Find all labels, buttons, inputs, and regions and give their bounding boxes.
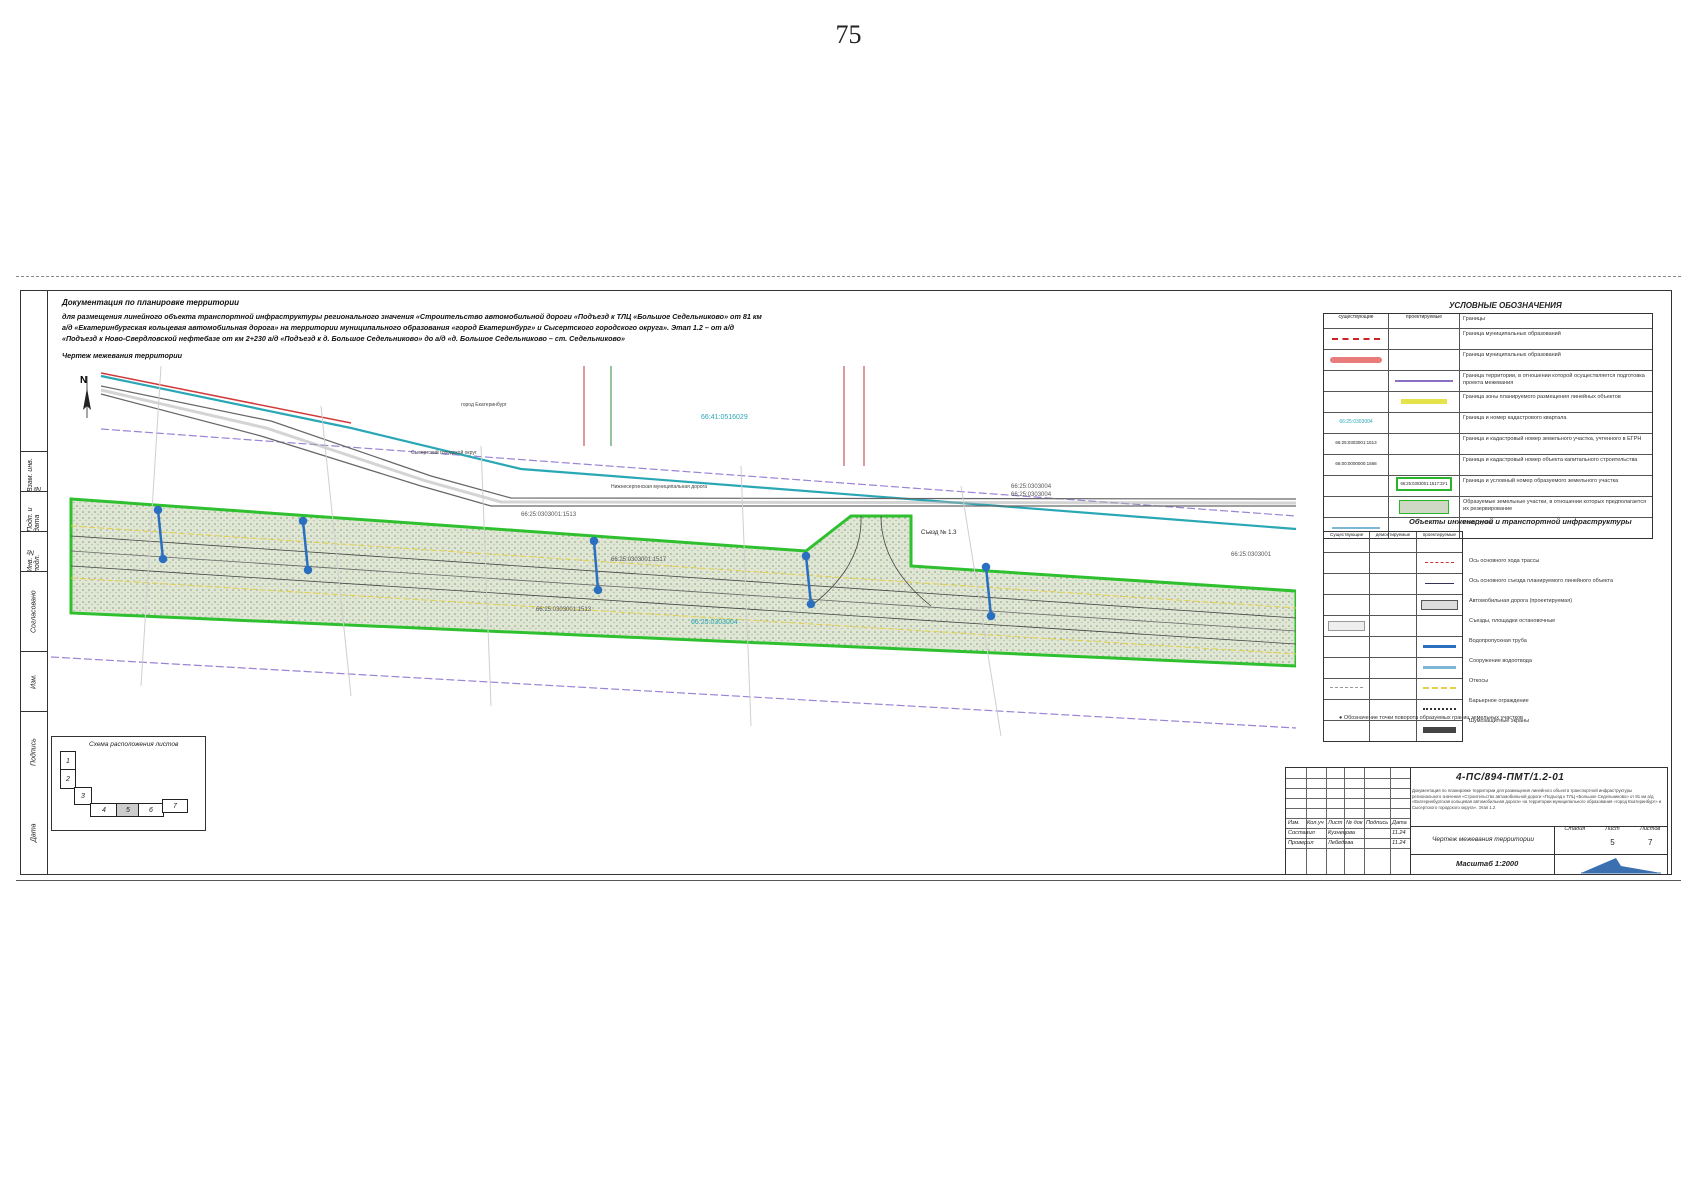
infra-item-label: Сооружение водоотвода bbox=[1469, 658, 1532, 664]
left-stamp-cell: Дата bbox=[30, 823, 38, 843]
stamp-column: № док bbox=[1346, 820, 1363, 826]
legend-item-label: Граница муниципальных образований bbox=[1463, 331, 1561, 337]
document-description: для размещения линейного объекта транспо… bbox=[62, 312, 762, 343]
legend-code: 66:25:0303001:1517:ЗУ1 bbox=[1396, 477, 1452, 491]
legend-header: существующие bbox=[1324, 314, 1389, 328]
cadastral-label: 66:25:0303001:1517 bbox=[611, 557, 667, 563]
infra-header: Существующие bbox=[1324, 532, 1371, 552]
infra-item-label: Съезды, площадки остановочные bbox=[1469, 618, 1556, 624]
cadastral-label: 66:25:0303001:1513 bbox=[536, 607, 592, 613]
stamp-role: Проверил bbox=[1288, 840, 1314, 846]
document-title: Документация по планировке территории bbox=[62, 298, 240, 307]
survey-drawing: N 66:41:0516029 66:25:0303001:1513 66:25… bbox=[51, 366, 1296, 737]
north-label: N bbox=[80, 375, 87, 386]
infra-item-label: Ось основного съезда планируемого линейн… bbox=[1469, 578, 1614, 584]
cadastral-label: 66:25:0303001 bbox=[1231, 552, 1272, 558]
legend-header: проектируемые bbox=[1389, 314, 1460, 328]
left-stamp-cell: Взам. инв. № bbox=[21, 451, 47, 492]
legend-item-label: Граница и номер кадастрового квартала bbox=[1463, 415, 1567, 421]
left-stamp-column: Взам. инв. № Подп. и дата Инв. № подл. С… bbox=[21, 291, 48, 874]
left-stamp-cell: Подпись bbox=[21, 711, 47, 792]
bottom-divider bbox=[16, 880, 1681, 881]
stamp-role: Составил bbox=[1288, 830, 1315, 836]
stamp-column: Лист bbox=[1328, 820, 1343, 826]
sheet-scheme: Схема расположения листов 1 2 3 4 5 6 7 bbox=[51, 736, 206, 831]
legend-item-label: Граница и кадастровый номер объекта капи… bbox=[1463, 457, 1638, 463]
left-stamp-cell: Инв. № подл. bbox=[21, 531, 47, 572]
cadastral-label: 66:41:0516029 bbox=[701, 414, 748, 421]
document-code: 4-ПС/894-ПМТ/1.2-01 bbox=[1456, 772, 1565, 783]
stage-header: Листов bbox=[1639, 826, 1661, 832]
stamp-column: Подпись bbox=[1366, 820, 1389, 826]
scheme-box: 5 bbox=[116, 803, 140, 817]
title-stamp: Изм. Кол.уч Лист № док Подпись Дата Сост… bbox=[1285, 767, 1668, 875]
stage-header: Лист bbox=[1605, 826, 1620, 832]
legend-header: Границы bbox=[1463, 316, 1485, 322]
infra-item-label: Автомобильная дорога (проектируемая) bbox=[1469, 598, 1573, 604]
city-label: город Екатеринбург bbox=[461, 402, 507, 408]
road-label: Сысертский городской округ bbox=[411, 449, 477, 456]
infrastructure-labels: Ось основного хода трассы Ось основного … bbox=[1469, 551, 1659, 731]
stamp-date: 11.24 bbox=[1392, 830, 1406, 836]
document-title-block: Документация по планировке территории дл… bbox=[62, 297, 762, 361]
scheme-box: 1 bbox=[60, 751, 76, 771]
scheme-box: 6 bbox=[138, 803, 164, 817]
legend-code: 66:25:0303004 bbox=[1324, 413, 1389, 433]
left-stamp-cell: Подп. и дата bbox=[21, 491, 47, 532]
stamp-grid: Изм. Кол.уч Лист № док Подпись Дата Сост… bbox=[1286, 768, 1411, 874]
infra-item-label: Шумозащитные экраны bbox=[1469, 718, 1530, 724]
legend-code: 66:25:0303001:1513 bbox=[1324, 434, 1389, 454]
infrastructure-title: Объекты инженерной и транспортной инфрас… bbox=[1409, 517, 1632, 526]
legend-table: существующие проектируемые Границы Грани… bbox=[1323, 313, 1653, 539]
stamp-column: Изм. bbox=[1288, 820, 1300, 826]
document-stamp-description: Документация по планировке территории дл… bbox=[1412, 788, 1662, 810]
left-stamp-cell: Изм. bbox=[21, 651, 47, 712]
stage-box: Стадия Лист Листов 5 7 bbox=[1556, 826, 1669, 852]
infra-item-label: Водопропускная труба bbox=[1469, 638, 1527, 644]
footnote-text: Обозначение точки поворота образуемых гр… bbox=[1343, 715, 1523, 721]
infra-item-label: Откосы bbox=[1469, 678, 1489, 684]
legend-item-label: Граница территории, в отношении которой … bbox=[1463, 373, 1645, 386]
legend-item-label: Граница и кадастровый номер земельного у… bbox=[1463, 436, 1642, 442]
infra-header: проектируемые bbox=[1422, 532, 1456, 537]
sheets-total: 7 bbox=[1647, 838, 1653, 847]
north-arrow-icon: N bbox=[80, 375, 91, 418]
left-stamp-cell: Согласовано bbox=[21, 571, 47, 652]
cadastral-label: 66:25:0303004 bbox=[1011, 492, 1052, 498]
page-number: 75 bbox=[835, 20, 862, 49]
infrastructure-table: Существующие демонтируемые проектируемые bbox=[1323, 531, 1463, 742]
scheme-box: 2 bbox=[60, 769, 76, 789]
road-label: Нижнесергинская муниципальная дорога bbox=[611, 484, 707, 490]
stamp-column: Кол.уч bbox=[1307, 820, 1324, 826]
infra-item-label: Ось основного хода трассы bbox=[1469, 558, 1540, 564]
drawing-scale: Масштаб 1:2000 bbox=[1456, 859, 1519, 868]
stamp-name: Кузнецова bbox=[1328, 830, 1356, 836]
legend-item-label: Образуемые земельные участки, в отношени… bbox=[1463, 499, 1647, 512]
stamp-name: Лебедева bbox=[1328, 840, 1354, 846]
legend-title: УСЛОВНЫЕ ОБОЗНАЧЕНИЯ bbox=[1449, 301, 1562, 310]
top-divider bbox=[16, 276, 1681, 277]
infra-item-label: Барьерное ограждение bbox=[1469, 698, 1529, 704]
cadastral-label: 66:25:0303004 bbox=[691, 619, 738, 626]
legend-item-label: Граница муниципальных образований bbox=[1463, 352, 1561, 358]
infra-header: демонтируемые bbox=[1370, 532, 1417, 552]
legend-item-label: Граница и условный номер образуемого зем… bbox=[1463, 478, 1619, 484]
stage-header: Стадия bbox=[1564, 826, 1586, 832]
exit-label: Съезд № 1.3 bbox=[921, 529, 957, 536]
scheme-box: 4 bbox=[90, 803, 118, 817]
legend-footnote: ● Обозначение точки поворота образуемых … bbox=[1339, 715, 1523, 721]
legend-item-label: Граница зоны планируемого размещения лин… bbox=[1463, 394, 1621, 400]
cadastral-label: 66:25:0303001:1513 bbox=[521, 512, 577, 518]
stamp-column: Дата bbox=[1392, 820, 1407, 826]
cadastral-label: 66:25:0303004 bbox=[1011, 484, 1052, 490]
stamp-date: 11.24 bbox=[1392, 840, 1406, 846]
stamp-drawing-name: Чертеж межевания территории bbox=[1432, 836, 1534, 843]
scheme-title: Схема расположения листов bbox=[89, 741, 179, 748]
sheet-number: 5 bbox=[1610, 838, 1615, 847]
scheme-box: 7 bbox=[162, 799, 188, 813]
company-logo-icon bbox=[1581, 858, 1661, 874]
legend-code: 66:00:0000000:1568 bbox=[1324, 455, 1389, 475]
drawing-title: Чертеж межевания территории bbox=[62, 351, 183, 360]
